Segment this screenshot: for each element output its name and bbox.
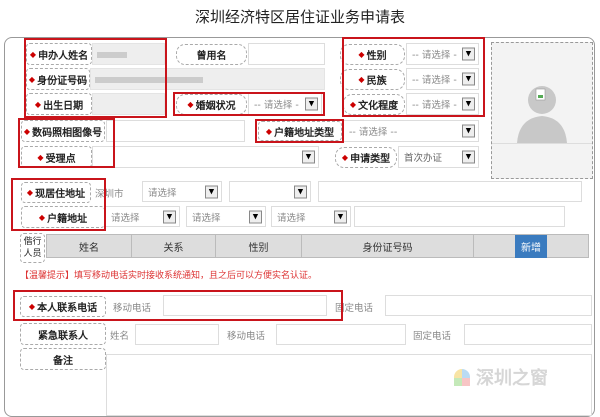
residence-detail-input[interactable] xyxy=(318,181,582,202)
photo-box[interactable] xyxy=(491,42,593,179)
apply-type-select[interactable]: 首次办证 ▼ xyxy=(398,146,479,168)
chevron-down-icon: ▼ xyxy=(302,150,315,164)
highlight-box xyxy=(173,92,325,116)
remark-label: 备注 xyxy=(20,348,106,370)
watermark: 深圳之窗 xyxy=(452,364,548,390)
office-select[interactable]: ▼ xyxy=(92,146,319,168)
select-value: 请选择 xyxy=(277,212,306,224)
page-title: 深圳经济特区居住证业务申请表 xyxy=(194,8,405,26)
col-id: 身份证号码 xyxy=(302,235,474,257)
highlight-box xyxy=(255,119,344,143)
apply-type-label: ◆ 申请类型 xyxy=(335,147,397,168)
divider xyxy=(492,143,592,144)
select-value: 请选择 xyxy=(111,212,140,224)
col-relation: 关系 xyxy=(132,235,216,257)
label-text: 曾用名 xyxy=(196,51,227,62)
emergency-fixed-input[interactable] xyxy=(464,324,592,345)
highlight-box xyxy=(13,290,343,321)
emergency-fixed-label: 固定电话 xyxy=(413,331,452,342)
hukou-detail-input[interactable] xyxy=(354,206,565,227)
window-logo-icon xyxy=(454,369,470,386)
companions-table-header: 姓名 关系 性别 身份证号码 新增 xyxy=(46,234,589,258)
chevron-down-icon: ▼ xyxy=(294,185,307,198)
chevron-down-icon: ▼ xyxy=(462,124,475,138)
col-name: 姓名 xyxy=(47,235,132,257)
highlight-box xyxy=(18,118,115,168)
highlight-box xyxy=(11,178,106,231)
label-text: 申请类型 xyxy=(350,154,391,165)
fixed-phone-input[interactable] xyxy=(385,295,592,316)
select-value: -- 请选择 -- xyxy=(349,127,398,138)
alias-input[interactable] xyxy=(248,43,325,65)
chevron-down-icon: ▼ xyxy=(334,210,347,223)
emergency-mobile-label: 移动电话 xyxy=(227,331,266,342)
chevron-down-icon: ▼ xyxy=(249,210,262,223)
avatar-placeholder-icon xyxy=(517,86,567,143)
label-text: 紧急联系人 xyxy=(38,330,88,342)
add-companion-button[interactable]: 新增 xyxy=(515,234,547,258)
label-text: 备注 xyxy=(53,355,73,367)
residence-district-select[interactable]: 请选择 ▼ xyxy=(142,181,222,202)
companions-label: 偕行人员 xyxy=(20,233,45,263)
select-value: 请选择 xyxy=(192,212,221,224)
alias-label: 曾用名 xyxy=(176,44,247,65)
residence-street-select[interactable]: ▼ xyxy=(229,181,311,202)
highlight-box xyxy=(342,37,485,117)
chevron-down-icon: ▼ xyxy=(163,210,176,223)
select-value: 请选择 xyxy=(148,187,177,199)
hukou-city-select[interactable]: 请选择 ▼ xyxy=(186,206,266,227)
emergency-mobile-input[interactable] xyxy=(276,324,406,345)
hukou-district-select[interactable]: 请选择 ▼ xyxy=(271,206,351,227)
col-gender: 性别 xyxy=(216,235,302,257)
hukou-province-select[interactable]: 请选择 ▼ xyxy=(105,206,180,227)
select-value: 首次办证 xyxy=(404,153,443,164)
emergency-name-label: 姓名 xyxy=(110,331,130,342)
highlight-box xyxy=(24,38,167,118)
emergency-name-input[interactable] xyxy=(135,324,219,345)
tip-text: 【温馨提示】填写移动电话实时接收系统通知，且之后可以方便实名认证。 xyxy=(20,271,318,281)
chevron-down-icon: ▼ xyxy=(462,150,475,164)
hukou-type-select[interactable]: -- 请选择 -- ▼ xyxy=(343,120,479,142)
emergency-label: 紧急联系人 xyxy=(20,323,106,345)
chevron-down-icon: ▼ xyxy=(205,185,218,198)
watermark-text: 深圳之窗 xyxy=(476,368,548,389)
photo-number-input[interactable] xyxy=(106,120,245,142)
